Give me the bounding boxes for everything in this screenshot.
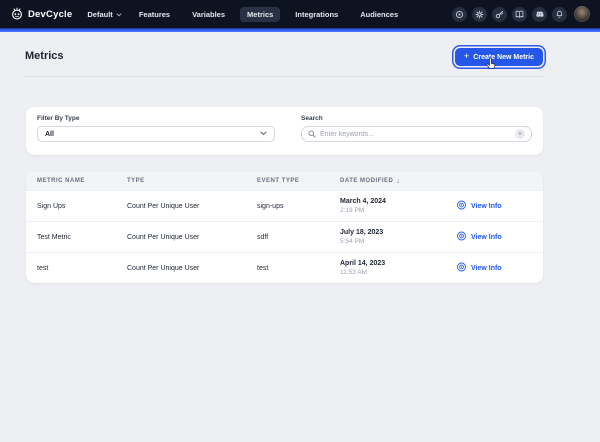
target-icon-button[interactable] bbox=[452, 7, 467, 22]
project-selector[interactable]: Default bbox=[87, 10, 121, 19]
gear-icon bbox=[475, 7, 484, 22]
target-icon bbox=[455, 7, 464, 22]
view-info-link[interactable]: View Info bbox=[456, 200, 543, 212]
filter-card: Filter By Type All Search × bbox=[26, 107, 543, 155]
date-modified-cell: April 14, 2023 11:53 AM bbox=[340, 260, 456, 276]
table-row: Sign Ups Count Per Unique User sign-ups … bbox=[26, 190, 543, 221]
book-icon-button[interactable] bbox=[512, 7, 527, 22]
devcycle-logo[interactable]: DevCycle bbox=[10, 6, 72, 23]
app-root: DevCycle Default Features Variables Metr… bbox=[0, 0, 600, 442]
actions-cell: View Info bbox=[456, 262, 543, 274]
metric-name-cell: Sign Ups bbox=[37, 203, 127, 210]
view-info-link[interactable]: View Info bbox=[456, 231, 543, 243]
type-filter-value: All bbox=[45, 131, 54, 138]
event-type-cell: sdff bbox=[257, 234, 340, 241]
user-avatar[interactable] bbox=[574, 6, 590, 22]
search-input[interactable] bbox=[320, 131, 511, 138]
create-new-metric-button[interactable]: + Create New Metric bbox=[455, 48, 543, 66]
brand-accent-bar bbox=[0, 28, 600, 32]
type-filter-select[interactable]: All bbox=[37, 126, 275, 142]
search-filter-group: Search × bbox=[301, 115, 532, 147]
table-header-row: METRIC NAME TYPE EVENT TYPE DATE MODIFIE… bbox=[26, 172, 543, 190]
key-icon-button[interactable] bbox=[492, 7, 507, 22]
close-icon: × bbox=[518, 131, 522, 138]
eye-icon bbox=[456, 262, 467, 274]
metric-name-cell: test bbox=[37, 265, 127, 272]
sort-descending-icon: ↓ bbox=[396, 178, 400, 185]
primary-nav: Features Variables Metrics Integrations … bbox=[132, 7, 405, 22]
date-modified-cell: March 4, 2024 2:19 PM bbox=[340, 198, 456, 214]
metric-type-cell: Count Per Unique User bbox=[127, 203, 257, 210]
metrics-table: METRIC NAME TYPE EVENT TYPE DATE MODIFIE… bbox=[26, 172, 543, 283]
column-header-type[interactable]: TYPE bbox=[127, 178, 257, 184]
column-header-event-type[interactable]: EVENT TYPE bbox=[257, 178, 340, 184]
search-label: Search bbox=[301, 115, 532, 122]
search-icon bbox=[308, 125, 316, 143]
top-navbar: DevCycle Default Features Variables Metr… bbox=[0, 0, 600, 28]
table-row: Test Metric Count Per Unique User sdff J… bbox=[26, 221, 543, 252]
type-filter-group: Filter By Type All bbox=[37, 115, 275, 147]
togglebot-icon bbox=[10, 6, 24, 23]
nav-item-metrics[interactable]: Metrics bbox=[240, 7, 280, 22]
metric-name-cell: Test Metric bbox=[37, 234, 127, 241]
nav-item-features[interactable]: Features bbox=[132, 7, 177, 22]
clear-search-button[interactable]: × bbox=[515, 129, 525, 139]
table-row: test Count Per Unique User test April 14… bbox=[26, 252, 543, 283]
search-box: × bbox=[301, 126, 532, 142]
event-type-cell: sign-ups bbox=[257, 203, 340, 210]
actions-cell: View Info bbox=[456, 231, 543, 243]
event-type-cell: test bbox=[257, 265, 340, 272]
brand-name: DevCycle bbox=[28, 9, 72, 20]
metric-type-cell: Count Per Unique User bbox=[127, 265, 257, 272]
eye-icon bbox=[456, 200, 467, 212]
header-divider bbox=[25, 76, 543, 77]
chevron-down-icon bbox=[116, 10, 122, 19]
discord-icon-button[interactable] bbox=[532, 7, 547, 22]
column-header-metric-name[interactable]: METRIC NAME bbox=[37, 178, 127, 184]
actions-cell: View Info bbox=[456, 200, 543, 212]
eye-icon bbox=[456, 231, 467, 243]
key-icon bbox=[495, 7, 504, 22]
chevron-down-icon bbox=[260, 131, 267, 138]
navbar-icon-group bbox=[452, 6, 590, 22]
nav-item-variables[interactable]: Variables bbox=[185, 7, 232, 22]
gear-icon-button[interactable] bbox=[472, 7, 487, 22]
create-new-metric-label: Create New Metric bbox=[473, 54, 534, 61]
filter-by-type-label: Filter By Type bbox=[37, 115, 275, 122]
nav-item-integrations[interactable]: Integrations bbox=[288, 7, 345, 22]
column-header-date-modified[interactable]: DATE MODIFIED ↓ bbox=[340, 178, 456, 185]
plus-icon: + bbox=[464, 52, 470, 62]
discord-icon bbox=[535, 7, 544, 22]
date-modified-cell: July 18, 2023 5:54 PM bbox=[340, 229, 456, 245]
view-info-link[interactable]: View Info bbox=[456, 262, 543, 274]
bell-icon-button[interactable] bbox=[552, 7, 567, 22]
book-icon bbox=[515, 7, 524, 22]
project-selector-label: Default bbox=[87, 10, 112, 19]
metric-type-cell: Count Per Unique User bbox=[127, 234, 257, 241]
nav-item-audiences[interactable]: Audiences bbox=[353, 7, 405, 22]
bell-icon bbox=[555, 7, 564, 22]
page-title: Metrics bbox=[25, 50, 64, 62]
